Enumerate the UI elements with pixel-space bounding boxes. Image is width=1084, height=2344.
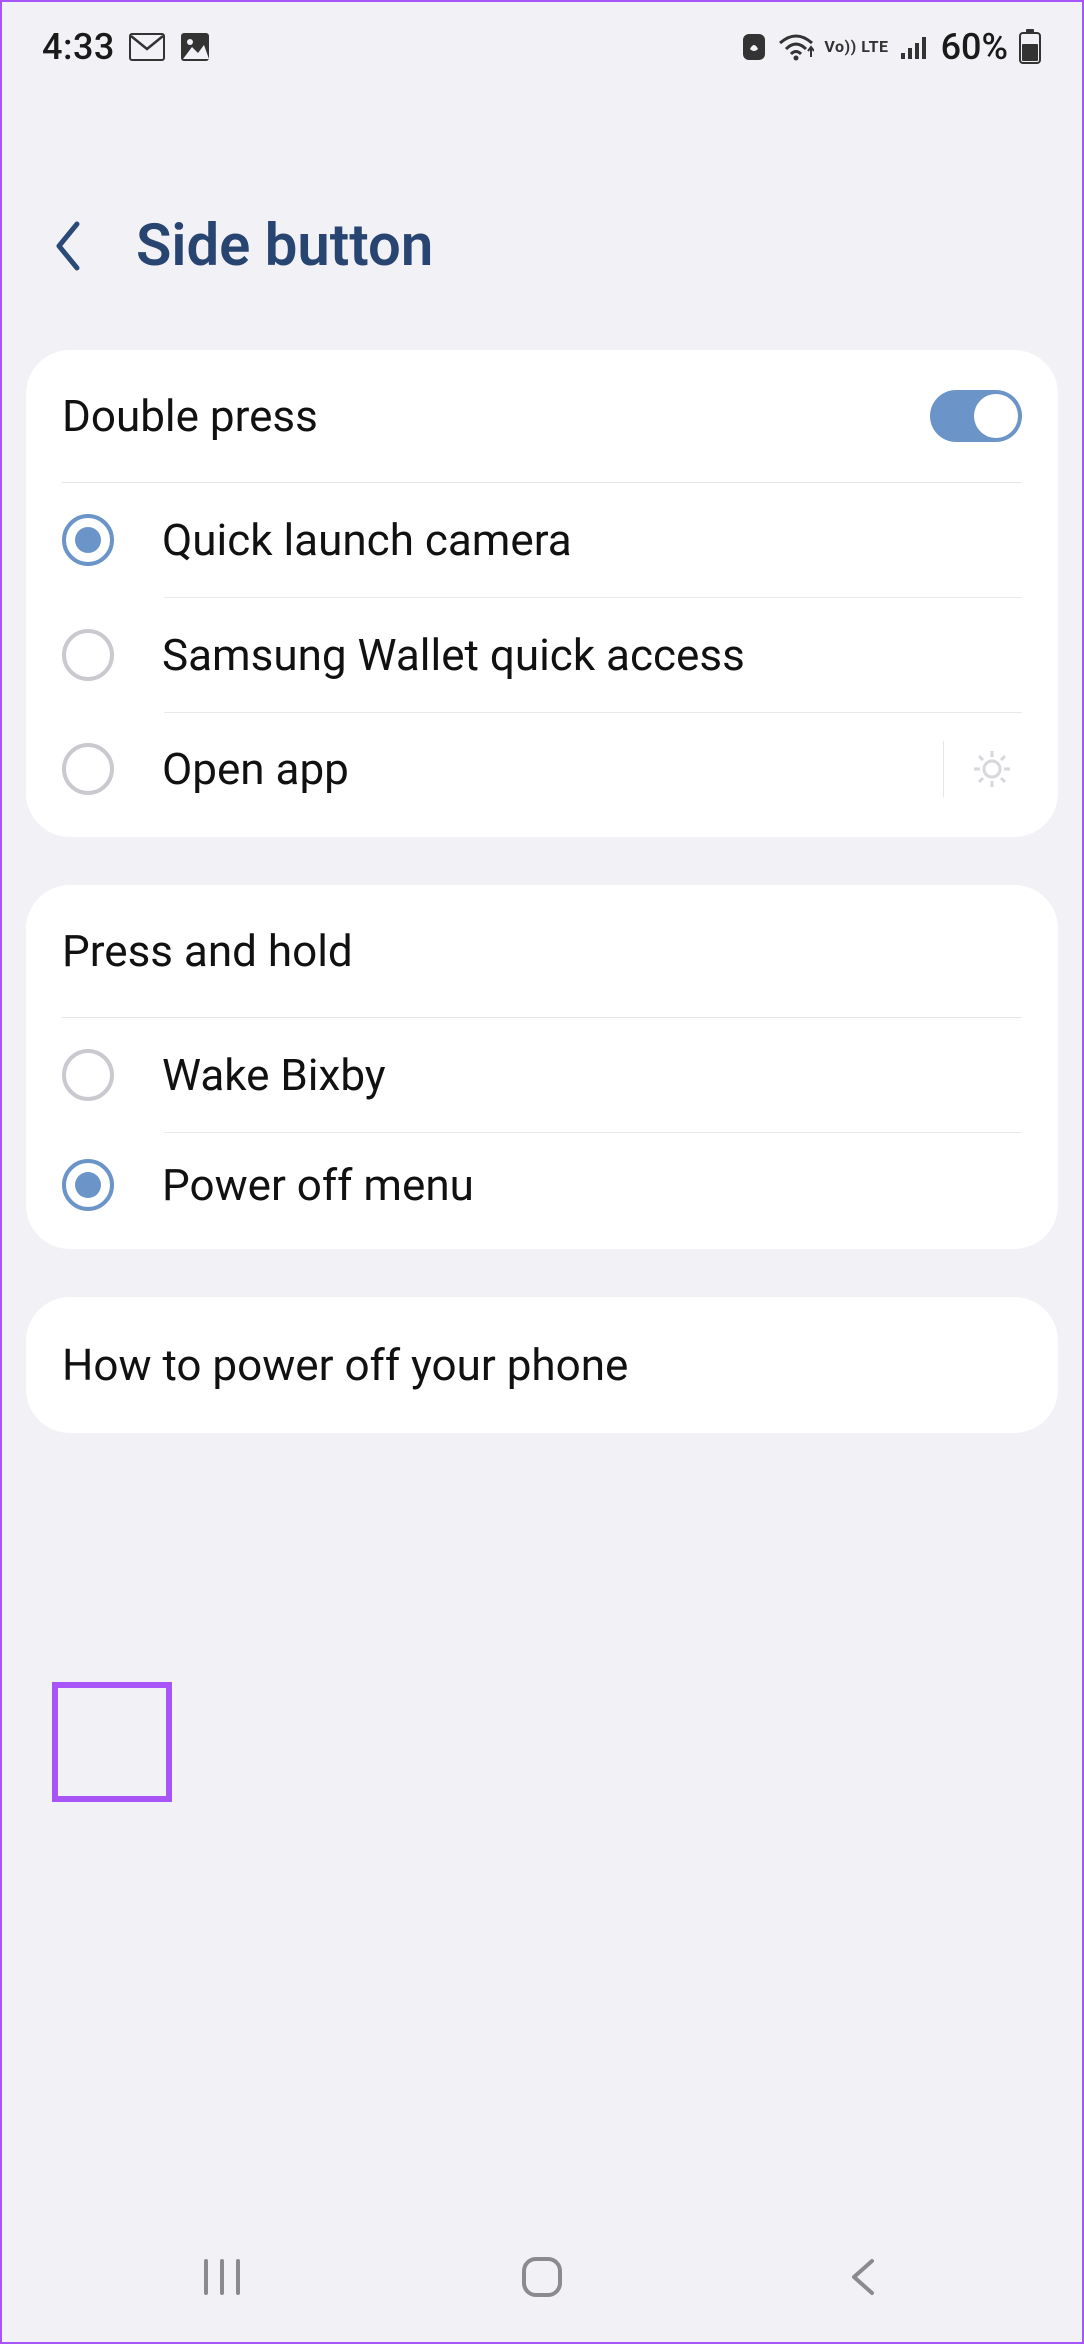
radio-option-power-off-menu[interactable]: Power off menu [26,1133,1058,1249]
gear-icon[interactable] [962,739,1022,799]
battery-icon [1018,29,1042,65]
press-hold-header: Press and hold [26,885,1058,1017]
double-press-title: Double press [62,390,930,442]
status-time: 4:33 [42,26,115,68]
radio-label: Samsung Wallet quick access [162,629,1022,681]
recents-button[interactable] [162,2247,282,2307]
radio-option-open-app[interactable]: Open app [26,713,1058,837]
radio-icon [62,743,114,795]
radio-icon [62,1049,114,1101]
link-label: How to power off your phone [62,1339,628,1391]
radio-icon [62,629,114,681]
double-press-header[interactable]: Double press [26,350,1058,482]
image-icon [179,31,211,63]
highlight-marker [52,1682,172,1802]
status-bar: 4:33 Vo)) LTE 60% [2,2,1082,92]
how-to-link[interactable]: How to power off your phone [26,1297,1058,1433]
press-hold-title: Press and hold [62,925,1022,977]
back-button[interactable] [42,216,92,276]
page-header: Side button [2,92,1082,350]
radio-option-samsung-wallet[interactable]: Samsung Wallet quick access [26,598,1058,712]
radio-label: Open app [162,743,943,795]
battery-percent: 60% [941,26,1008,68]
leaf-icon [740,31,768,63]
gmail-icon [129,33,165,61]
signal-icon [899,33,931,61]
navigation-bar [2,2212,1082,2342]
divider [943,741,944,797]
radio-label: Power off menu [162,1159,1022,1211]
press-hold-card: Press and hold Wake Bixby Power off menu [26,885,1058,1249]
double-press-toggle[interactable] [930,390,1022,442]
nav-back-button[interactable] [802,2247,922,2307]
radio-icon [62,514,114,566]
radio-icon [62,1159,114,1211]
radio-label: Wake Bixby [162,1049,1022,1101]
radio-option-quick-launch-camera[interactable]: Quick launch camera [26,483,1058,597]
double-press-card: Double press Quick launch camera Samsung… [26,350,1058,837]
wifi-icon [778,33,814,61]
radio-option-wake-bixby[interactable]: Wake Bixby [26,1018,1058,1132]
volte-icon: Vo)) LTE [824,40,888,54]
home-button[interactable] [482,2247,602,2307]
page-title: Side button [136,212,433,280]
radio-label: Quick launch camera [162,514,1022,566]
